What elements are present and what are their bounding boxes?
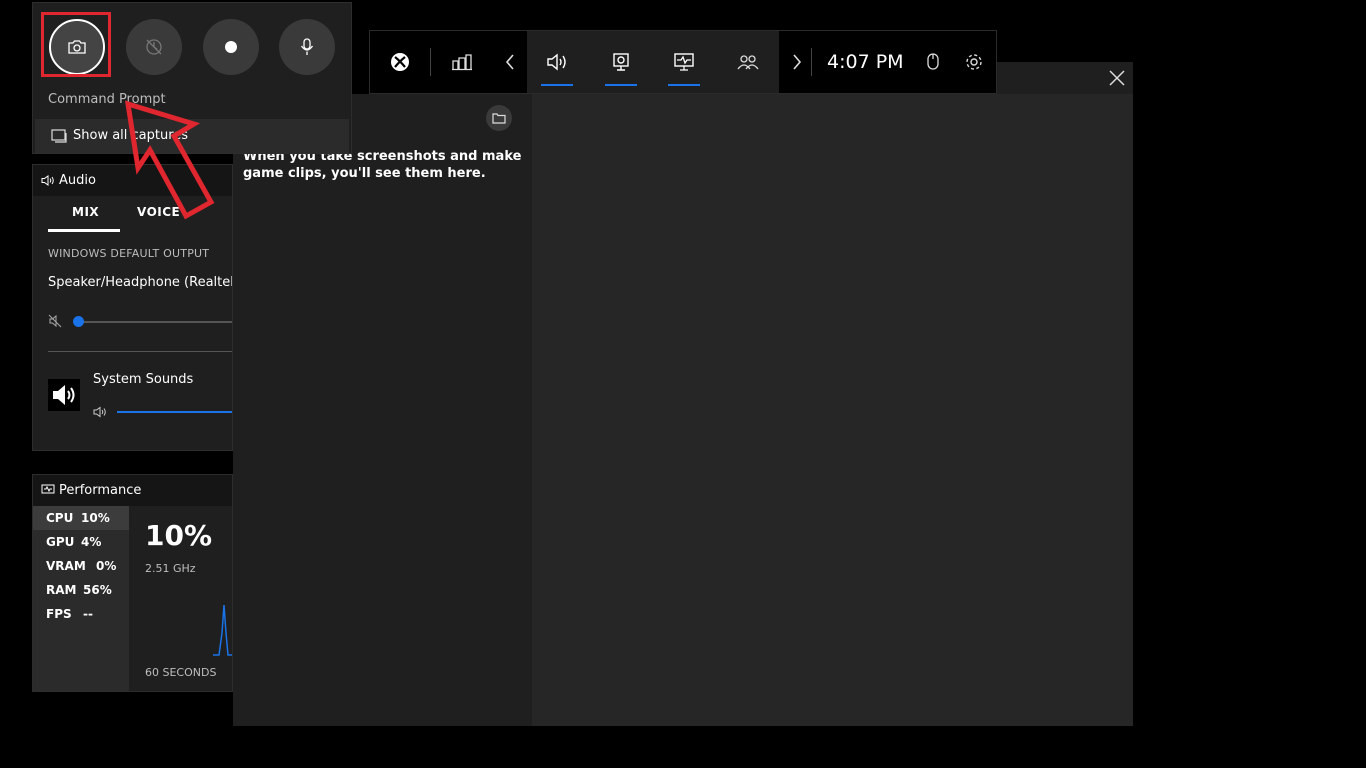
system-sounds-label: System Sounds [93, 372, 194, 387]
mouse-icon[interactable] [921, 50, 945, 74]
metric-list: CPU 10% GPU 4% VRAM 0% RAM 56% FPS -- [33, 506, 129, 691]
chevron-right-icon[interactable] [785, 50, 809, 74]
metric-value: 0% [96, 559, 117, 573]
capture-active-indicator [605, 84, 637, 86]
metric-value: 10% [81, 511, 110, 525]
pointer-arrow-icon [124, 100, 215, 220]
metric-vram[interactable]: VRAM 0% [33, 554, 129, 578]
highlight-box [41, 12, 111, 77]
performance-widget: Performance CPU 10% GPU 4% VRAM 0% RAM 56% F… [32, 474, 233, 692]
settings-icon[interactable] [962, 50, 986, 74]
metric-label: VRAM [46, 559, 86, 573]
gallery-header [997, 62, 1133, 94]
performance-icon[interactable] [672, 50, 696, 74]
widget-menu-icon[interactable] [450, 50, 474, 74]
metric-value: 4% [81, 535, 102, 549]
cpu-frequency: 2.51 GHz [145, 562, 196, 575]
capture-icon[interactable] [609, 50, 633, 74]
gallery-window: When you take screenshots and make game … [233, 94, 1133, 726]
metric-label: FPS [46, 607, 72, 621]
audio-active-indicator [541, 84, 573, 86]
cpu-usage-graph [213, 604, 232, 656]
gallery-icon [51, 129, 67, 143]
master-volume-track[interactable] [77, 321, 232, 323]
divider [811, 48, 812, 76]
folder-icon [492, 112, 506, 124]
performance-widget-title: Performance [59, 483, 142, 498]
output-section-label: WINDOWS DEFAULT OUTPUT [48, 247, 210, 260]
record-last-icon [144, 37, 164, 57]
divider [430, 48, 431, 76]
gallery-preview-pane [532, 94, 1133, 726]
metric-value: -- [83, 607, 93, 621]
speaker-icon [41, 174, 55, 187]
xbox-icon[interactable] [388, 50, 412, 74]
metric-cpu[interactable]: CPU 10% [33, 506, 129, 530]
metric-value: 56% [83, 583, 112, 597]
cpu-usage-big: 10% [145, 519, 213, 552]
active-tab-indicator [48, 229, 120, 232]
output-device-name[interactable]: Speaker/Headphone (Realtek [48, 275, 232, 290]
audio-widget-title: Audio [59, 173, 96, 188]
clock: 4:07 PM [827, 51, 904, 73]
record-dot-icon [224, 40, 238, 54]
metric-gpu[interactable]: GPU 4% [33, 530, 129, 554]
mic-button[interactable] [279, 19, 335, 75]
record-last-button[interactable] [126, 19, 182, 75]
xbox-social-icon[interactable] [736, 50, 760, 74]
game-bar-top: 4:07 PM [369, 30, 997, 94]
performance-active-indicator [668, 84, 700, 86]
tab-mix[interactable]: MIX [72, 205, 99, 219]
master-volume-slider[interactable] [73, 316, 84, 327]
metric-label: GPU [46, 535, 75, 549]
start-recording-button[interactable] [203, 19, 259, 75]
performance-icon [41, 484, 55, 496]
volume-icon[interactable] [93, 406, 107, 418]
mute-icon[interactable] [48, 314, 62, 328]
performance-widget-header: Performance [33, 475, 232, 506]
close-icon[interactable] [1107, 68, 1127, 88]
metric-label: CPU [46, 511, 74, 525]
audio-icon[interactable] [545, 50, 569, 74]
metric-fps[interactable]: FPS -- [33, 602, 129, 626]
app-volume-slider[interactable] [117, 411, 232, 413]
chevron-left-icon[interactable] [498, 50, 522, 74]
system-sounds-app-icon [48, 379, 80, 411]
microphone-icon [300, 37, 314, 57]
metric-ram[interactable]: RAM 56% [33, 578, 129, 602]
open-folder-button[interactable] [486, 105, 512, 131]
divider [48, 351, 232, 352]
metric-label: RAM [46, 583, 77, 597]
graph-window-label: 60 SECONDS [145, 666, 217, 679]
